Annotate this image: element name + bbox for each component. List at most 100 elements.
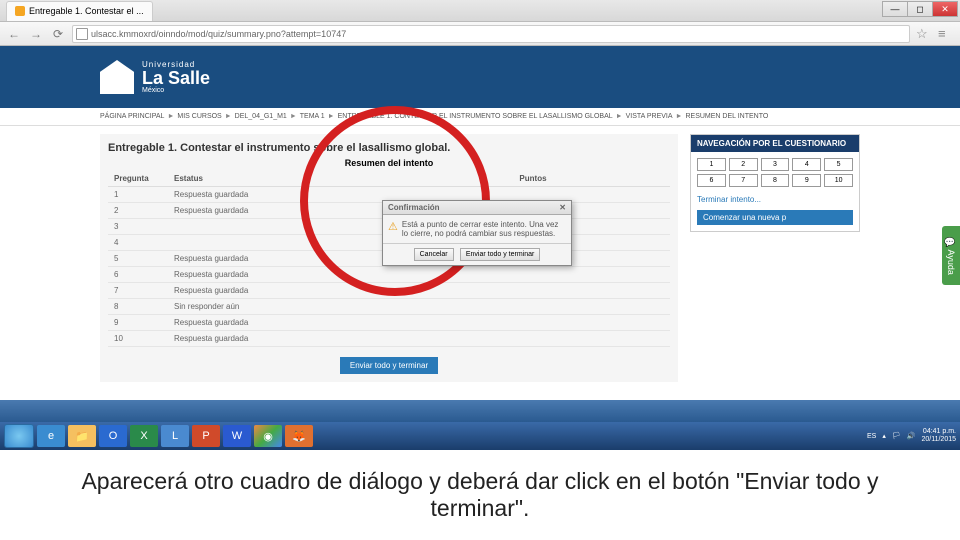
col-estatus: Estatus	[168, 171, 513, 187]
ie-icon[interactable]: e	[37, 425, 65, 447]
powerpoint-icon[interactable]: P	[192, 425, 220, 447]
q-status: Respuesta guardada	[168, 331, 513, 347]
close-button[interactable]: ✕	[932, 1, 958, 17]
address-bar: ← → ⟳ ulsacc.kmmoxrd/oinndo/mod/quiz/sum…	[0, 22, 960, 46]
q-status: Respuesta guardada	[168, 315, 513, 331]
dialog-close-icon[interactable]: ✕	[559, 203, 566, 212]
window-controls: — ◻ ✕	[883, 1, 958, 17]
q-num[interactable]: 3	[108, 219, 168, 235]
nav-q-8[interactable]: 8	[761, 174, 790, 187]
q-num[interactable]: 7	[108, 283, 168, 299]
finish-attempt-link[interactable]: Terminar intento...	[691, 193, 859, 206]
outlook-icon[interactable]: O	[99, 425, 127, 447]
clock[interactable]: 04:41 p.m. 20/11/2015	[921, 428, 956, 443]
chrome-icon[interactable]: ◉	[254, 425, 282, 447]
logo: Universidad La Salle México	[100, 60, 210, 94]
minimize-button[interactable]: —	[882, 1, 908, 17]
breadcrumb-item[interactable]: MIS CURSOS	[177, 113, 221, 120]
nav-q-4[interactable]: 4	[792, 158, 821, 171]
maximize-button[interactable]: ◻	[907, 1, 933, 17]
q-num[interactable]: 10	[108, 331, 168, 347]
confirm-dialog: Confirmación ✕ ⚠ Está a punto de cerrar …	[382, 200, 572, 266]
q-status: Respuesta guardada	[168, 283, 513, 299]
nav-grid: 12345 678910	[691, 152, 859, 193]
help-label: Ayuda	[946, 250, 956, 275]
logo-main: La Salle	[142, 69, 210, 87]
nav-q-2[interactable]: 2	[729, 158, 758, 171]
nav-title: NAVEGACIÓN POR EL CUESTIONARIO	[691, 135, 859, 152]
q-num[interactable]: 4	[108, 235, 168, 251]
tray-flag-icon[interactable]: 🏳	[892, 432, 901, 440]
table-row: 6Respuesta guardada	[108, 267, 670, 283]
warning-icon: ⚠	[388, 220, 398, 238]
taskbar: e 📁 O X L P W ◉ 🦊 ES ▴ 🏳 🔊 04:41 p.m. 20…	[0, 422, 960, 450]
system-tray: ES ▴ 🏳 🔊 04:41 p.m. 20/11/2015	[867, 428, 956, 443]
breadcrumb: PÁGINA PRINCIPAL►MIS CURSOS►DEL_04_G1_M1…	[0, 108, 960, 126]
breadcrumb-item[interactable]: RESUMEN DEL INTENTO	[685, 113, 768, 120]
q-num[interactable]: 5	[108, 251, 168, 267]
breadcrumb-item[interactable]: TEMA 1	[300, 113, 325, 120]
q-status: Sin responder aún	[168, 299, 513, 315]
q-num[interactable]: 9	[108, 315, 168, 331]
start-button[interactable]	[4, 424, 34, 448]
site-header: Universidad La Salle México	[0, 46, 960, 108]
url-text: ulsacc.kmmoxrd/oinndo/mod/quiz/summary.p…	[91, 29, 346, 39]
tray-volume-icon[interactable]: 🔊	[907, 432, 916, 440]
new-attempt-button[interactable]: Comenzar una nueva p	[697, 210, 853, 225]
col-pregunta: Pregunta	[108, 171, 168, 187]
nav-q-10[interactable]: 10	[824, 174, 853, 187]
col-puntos: Puntos	[513, 171, 670, 187]
breadcrumb-item[interactable]: VISTA PREVIA	[626, 113, 673, 120]
logo-sub: México	[142, 87, 210, 94]
table-row: 9Respuesta guardada	[108, 315, 670, 331]
nav-q-3[interactable]: 3	[761, 158, 790, 171]
breadcrumb-item[interactable]: DEL_04_G1_M1	[235, 113, 287, 120]
instruction-caption: Aparecerá otro cuadro de diálogo y deber…	[0, 450, 960, 540]
lync-icon[interactable]: L	[161, 425, 189, 447]
dialog-confirm-button[interactable]: Enviar todo y terminar	[460, 248, 540, 261]
tab-title: Entregable 1. Contestar el ...	[29, 6, 144, 16]
q-status: Respuesta guardada	[168, 267, 513, 283]
back-icon[interactable]: ←	[6, 26, 22, 42]
help-tab[interactable]: 💬 Ayuda	[942, 226, 960, 285]
forward-icon[interactable]: →	[28, 26, 44, 42]
star-icon[interactable]: ☆	[916, 26, 932, 42]
nav-q-9[interactable]: 9	[792, 174, 821, 187]
clock-time: 04:41 p.m.	[921, 428, 956, 436]
dialog-cancel-button[interactable]: Cancelar	[414, 248, 454, 261]
sidebar: NAVEGACIÓN POR EL CUESTIONARIO 12345 6789…	[690, 134, 860, 382]
tray-lang[interactable]: ES	[867, 433, 876, 440]
table-row: 8Sin responder aún	[108, 299, 670, 315]
q-num[interactable]: 2	[108, 203, 168, 219]
firefox-icon[interactable]: 🦊	[285, 425, 313, 447]
nav-q-1[interactable]: 1	[697, 158, 726, 171]
table-row: 10Respuesta guardada	[108, 331, 670, 347]
table-title: Resumen del intento	[108, 158, 670, 168]
reload-icon[interactable]: ⟳	[50, 26, 66, 42]
nav-q-6[interactable]: 6	[697, 174, 726, 187]
breadcrumb-item[interactable]: PÁGINA PRINCIPAL	[100, 113, 164, 120]
tab-strip: Entregable 1. Contestar el ... — ◻ ✕	[0, 0, 960, 22]
nav-q-5[interactable]: 5	[824, 158, 853, 171]
excel-icon[interactable]: X	[130, 425, 158, 447]
menu-icon[interactable]: ≡	[938, 26, 954, 42]
breadcrumb-item[interactable]: ENTREGABLE 1. CONTESTAR EL INSTRUMENTO S…	[338, 113, 613, 120]
url-input[interactable]: ulsacc.kmmoxrd/oinndo/mod/quiz/summary.p…	[72, 25, 910, 43]
browser-tab[interactable]: Entregable 1. Contestar el ...	[6, 1, 153, 21]
dialog-title: Confirmación	[388, 203, 440, 212]
explorer-icon[interactable]: 📁	[68, 425, 96, 447]
logo-icon	[100, 60, 134, 94]
q-num[interactable]: 1	[108, 187, 168, 203]
dialog-body: Está a punto de cerrar este intento. Una…	[402, 220, 566, 238]
page-title: Entregable 1. Contestar el instrumento s…	[108, 142, 670, 154]
q-num[interactable]: 8	[108, 299, 168, 315]
q-num[interactable]: 6	[108, 267, 168, 283]
table-row: 7Respuesta guardada	[108, 283, 670, 299]
favicon-icon	[15, 6, 25, 16]
clock-date: 20/11/2015	[921, 436, 956, 444]
word-icon[interactable]: W	[223, 425, 251, 447]
browser-window: Entregable 1. Contestar el ... — ◻ ✕ ← →…	[0, 0, 960, 450]
submit-all-button[interactable]: Enviar todo y terminar	[340, 357, 438, 374]
nav-q-7[interactable]: 7	[729, 174, 758, 187]
tray-up-icon[interactable]: ▴	[882, 432, 886, 440]
